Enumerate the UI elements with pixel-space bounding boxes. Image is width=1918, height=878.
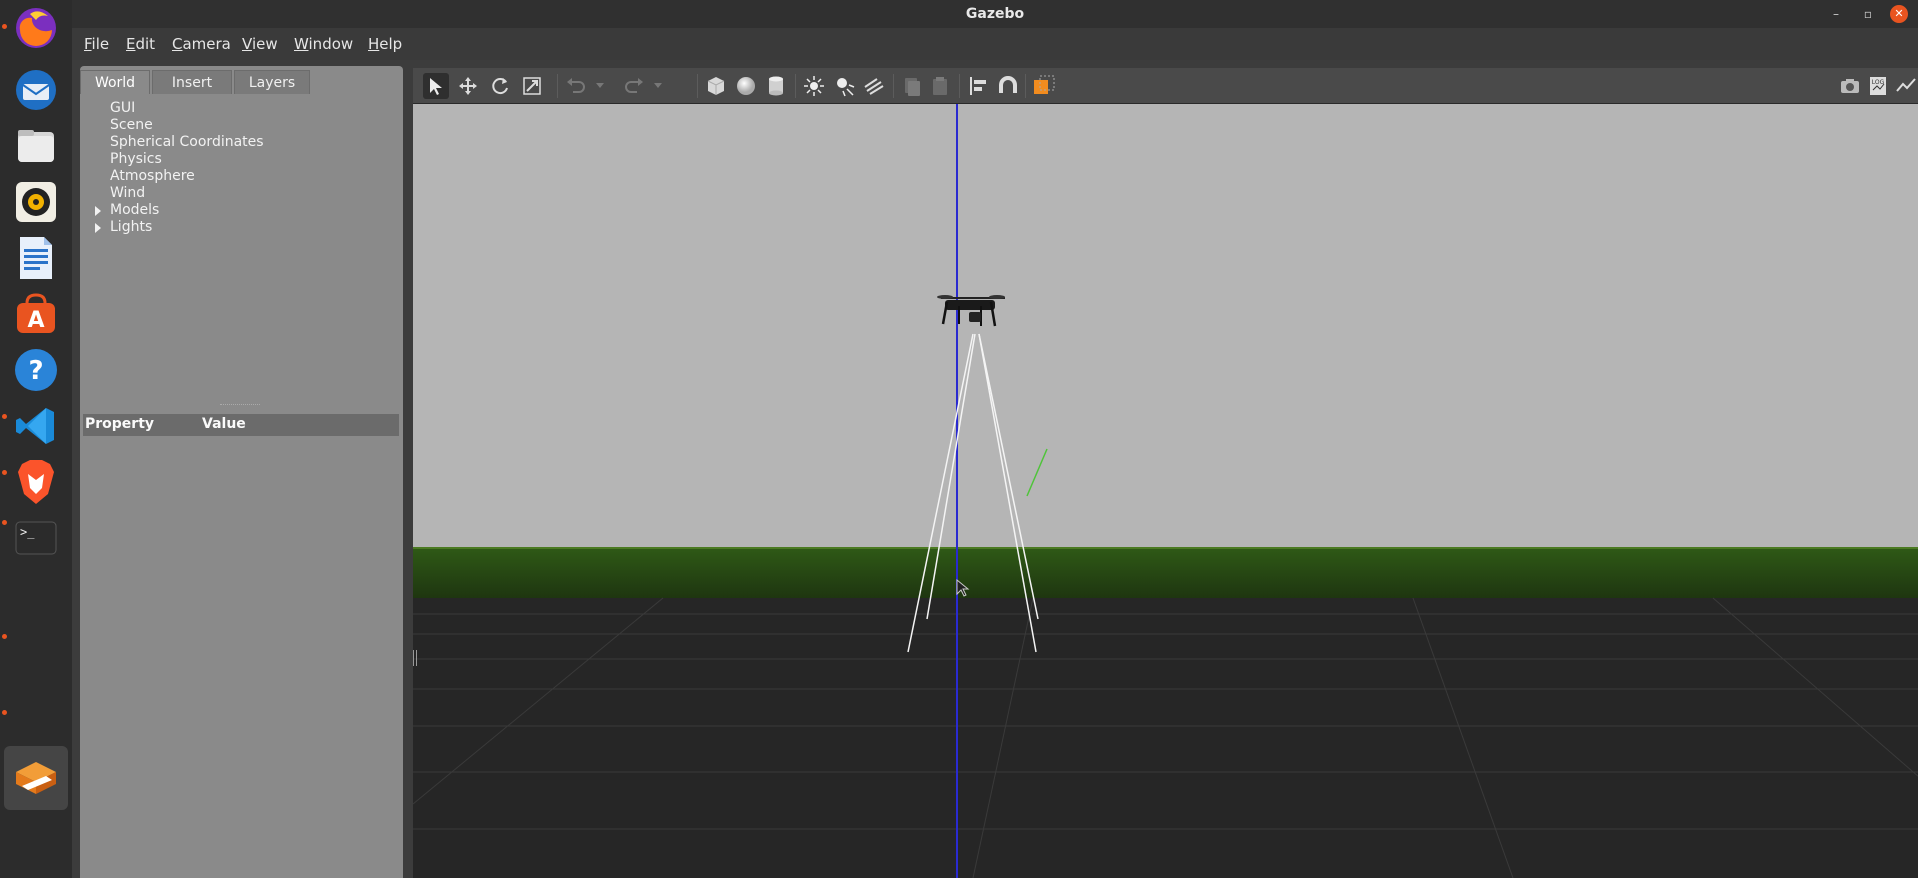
gazebo-window: Gazebo – ▫ ✕ File Edit Camera View Windo… <box>72 0 1918 878</box>
tree-item-spherical-coordinates[interactable]: Spherical Coordinates <box>110 134 264 150</box>
tab-layers[interactable]: Layers <box>234 70 310 94</box>
tab-world[interactable]: World <box>80 70 150 94</box>
menu-camera[interactable]: Camera <box>172 35 231 53</box>
vscode-icon[interactable] <box>8 398 64 454</box>
libreoffice-writer-icon[interactable] <box>8 230 64 286</box>
scene-render <box>413 104 1918 878</box>
sphere-icon[interactable] <box>733 73 759 99</box>
tree-item-physics[interactable]: Physics <box>110 151 162 167</box>
files-icon[interactable] <box>8 118 64 174</box>
tree-item-wind[interactable]: Wind <box>110 185 145 201</box>
toolbar-separator <box>557 74 558 98</box>
help-icon[interactable]: ? <box>8 342 64 398</box>
svg-text:>_: >_ <box>20 525 35 539</box>
expand-arrow-icon[interactable] <box>95 206 101 216</box>
toolbar-separator <box>697 74 698 98</box>
menu-edit[interactable]: Edit <box>126 35 155 53</box>
tree-item-gui[interactable]: GUI <box>110 100 135 116</box>
spot-light-icon[interactable] <box>831 73 857 99</box>
gazebo-icon[interactable] <box>8 750 64 806</box>
menu-view[interactable]: View <box>242 35 278 53</box>
redo-icon[interactable] <box>621 73 647 99</box>
menu-file[interactable]: File <box>84 35 109 53</box>
cylinder-icon[interactable] <box>763 73 789 99</box>
ground-plane <box>413 547 1918 599</box>
svg-text:?: ? <box>28 356 43 386</box>
window-title: Gazebo <box>965 6 1025 22</box>
scene-viewport[interactable] <box>413 104 1918 878</box>
property-column-header: Property <box>85 416 155 432</box>
menubar: File Edit Camera View Window Help <box>72 28 1918 60</box>
paste-icon[interactable] <box>927 73 953 99</box>
close-button[interactable]: ✕ <box>1890 5 1908 23</box>
firefox-icon[interactable] <box>8 0 64 56</box>
brave-icon[interactable] <box>8 454 64 510</box>
undo-icon[interactable] <box>563 73 589 99</box>
directional-light-icon[interactable] <box>861 73 887 99</box>
tree-item-atmosphere[interactable]: Atmosphere <box>110 168 195 184</box>
snap-icon[interactable] <box>995 73 1021 99</box>
running-indicator <box>2 24 7 29</box>
rhythmbox-icon[interactable] <box>8 174 64 230</box>
menu-window[interactable]: Window <box>294 35 353 53</box>
align-icon[interactable] <box>965 73 991 99</box>
running-indicator <box>2 520 7 525</box>
expand-arrow-icon[interactable] <box>95 223 101 233</box>
screenshot-icon[interactable] <box>1837 73 1863 99</box>
redo-dropdown-icon[interactable] <box>651 73 665 99</box>
value-column-header: Value <box>202 416 246 432</box>
scale-icon[interactable] <box>519 73 545 99</box>
change-view-icon[interactable] <box>1031 73 1057 99</box>
point-light-icon[interactable] <box>801 73 827 99</box>
terminal-icon[interactable]: >_ <box>8 510 64 566</box>
rotate-icon[interactable] <box>487 73 513 99</box>
box-icon[interactable] <box>703 73 729 99</box>
app-center-icon[interactable]: A <box>8 286 64 342</box>
maximize-button[interactable]: ▫ <box>1858 4 1878 24</box>
tree-item-models[interactable]: Models <box>110 202 159 218</box>
svg-text:A: A <box>27 308 44 333</box>
toolbar-separator <box>795 74 796 98</box>
running-indicator <box>2 470 7 475</box>
log-icon[interactable]: LOG <box>1865 73 1891 99</box>
ubuntu-dock: A ? >_ <box>0 0 72 878</box>
viewport-left-resize-handle[interactable] <box>413 650 417 666</box>
sky-background <box>413 104 1918 550</box>
scene-toolbar: LOG <box>413 68 1918 104</box>
tree-item-scene[interactable]: Scene <box>110 117 153 133</box>
thunderbird-icon[interactable] <box>8 62 64 118</box>
grid-floor <box>413 598 1918 878</box>
plot-icon[interactable] <box>1893 73 1918 99</box>
running-indicator <box>2 634 7 639</box>
undo-dropdown-icon[interactable] <box>593 73 607 99</box>
running-indicator <box>2 710 7 715</box>
toolbar-separator <box>1025 74 1026 98</box>
copy-icon[interactable] <box>899 73 925 99</box>
menu-help[interactable]: Help <box>368 35 402 53</box>
toolbar-separator <box>959 74 960 98</box>
property-table-header: Property Value <box>83 414 399 436</box>
left-panel: World Insert Layers GUI Scene Spherical … <box>80 66 403 878</box>
select-arrow-icon[interactable] <box>423 73 449 99</box>
running-indicator <box>2 414 7 419</box>
translate-icon[interactable] <box>455 73 481 99</box>
minimize-button[interactable]: – <box>1826 4 1846 24</box>
panel-splitter-handle[interactable] <box>220 404 260 406</box>
tree-item-lights[interactable]: Lights <box>110 219 152 235</box>
titlebar: Gazebo – ▫ ✕ <box>72 0 1918 28</box>
toolbar-separator <box>893 74 894 98</box>
tab-insert[interactable]: Insert <box>152 70 232 94</box>
